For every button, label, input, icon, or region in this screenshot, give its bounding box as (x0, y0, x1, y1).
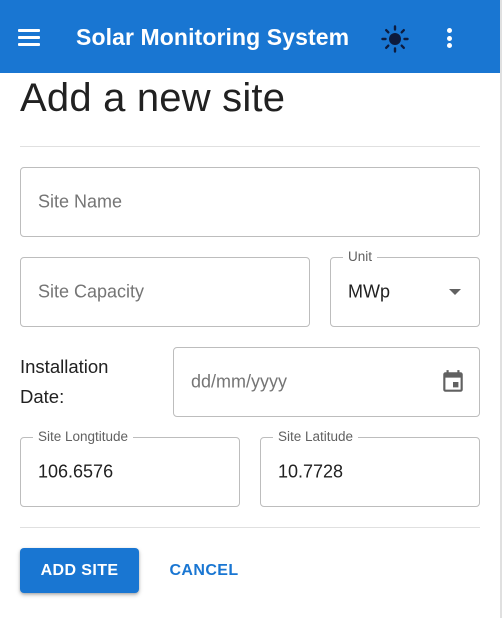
calendar-icon[interactable] (440, 369, 466, 395)
installation-date-input[interactable]: dd/mm/yyyy (173, 347, 480, 417)
installation-date-label: Installation Date: (20, 352, 108, 412)
add-site-button[interactable]: ADD SITE (20, 548, 139, 593)
site-capacity-placeholder: Site Capacity (38, 281, 145, 302)
site-name-field[interactable]: Site Name (20, 167, 480, 237)
actions-divider (20, 527, 480, 528)
unit-select[interactable]: Unit MWp (330, 249, 480, 327)
installation-date-placeholder: dd/mm/yyyy (191, 371, 288, 392)
unit-label: Unit (343, 249, 378, 265)
title-divider (20, 146, 480, 147)
page-title: Add a new site (20, 76, 286, 120)
site-longitude-value: 106.6576 (38, 461, 114, 482)
site-longitude-field[interactable]: Site Longtitude 106.6576 (20, 429, 240, 507)
site-latitude-value: 10.7728 (278, 461, 344, 482)
more-vertical-icon[interactable] (438, 24, 462, 52)
app-title: Solar Monitoring System (76, 24, 350, 50)
site-latitude-field[interactable]: Site Latitude 10.7728 (260, 429, 480, 507)
site-longitude-label: Site Longtitude (33, 429, 134, 445)
installation-date-label-line1: Installation (20, 356, 109, 377)
app-bar: Solar Monitoring System (0, 0, 500, 73)
unit-selected-value: MWp (348, 281, 390, 302)
dropdown-arrow-icon (449, 289, 461, 295)
installation-date-label-line2: Date: (20, 386, 65, 407)
sun-icon[interactable] (380, 24, 410, 54)
site-name-placeholder: Site Name (38, 191, 123, 212)
site-capacity-field[interactable]: Site Capacity (20, 257, 310, 327)
cancel-button[interactable]: CANCEL (158, 548, 250, 593)
site-latitude-label: Site Latitude (273, 429, 359, 445)
hamburger-menu-icon[interactable] (18, 29, 42, 47)
